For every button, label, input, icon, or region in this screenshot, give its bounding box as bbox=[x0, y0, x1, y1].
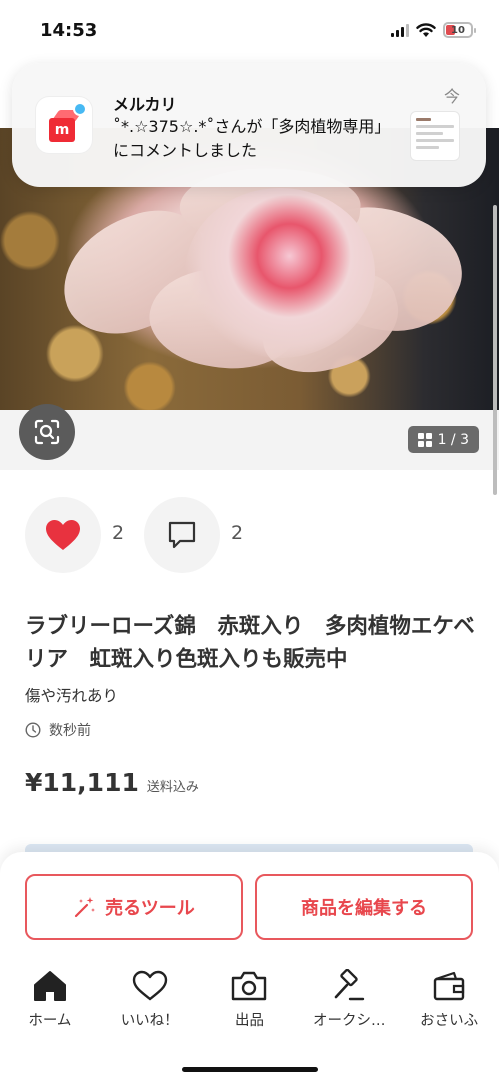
tab-likes[interactable]: いいね！ bbox=[100, 960, 200, 1040]
shipping-label: 送料込み bbox=[146, 780, 199, 795]
battery-level: 10 bbox=[451, 24, 465, 36]
push-notification[interactable]: m メルカリ ˚*.☆375☆.*˚さんが「多肉植物専用」にコメントしました 今 bbox=[12, 63, 486, 187]
tab-home[interactable]: ホーム bbox=[0, 960, 100, 1040]
posted-time: 数秒前 bbox=[49, 723, 91, 739]
auction-hammer-icon bbox=[329, 968, 369, 1004]
price: ¥11,111 bbox=[25, 768, 139, 797]
sell-tool-button[interactable]: 売るツール bbox=[25, 874, 243, 940]
edit-item-label: 商品を編集する bbox=[301, 898, 427, 919]
notification-message: ˚*.☆375☆.*˚さんが「多肉植物専用」にコメントしました bbox=[113, 117, 391, 160]
tab-auction[interactable]: オークシ… bbox=[299, 960, 399, 1040]
price-row: ¥11,111 送料込み bbox=[25, 768, 199, 797]
product-condition: 傷や汚れあり bbox=[25, 687, 119, 705]
image-search-button[interactable] bbox=[19, 404, 75, 460]
status-bar: 14:53 10 bbox=[0, 0, 499, 62]
tab-bar: ホーム いいね！ 出品 オークシ… おさいふ bbox=[0, 960, 499, 1040]
comment-icon bbox=[168, 521, 196, 549]
status-icons: 10 bbox=[391, 22, 476, 38]
notification-time: 今 bbox=[443, 87, 460, 106]
wallet-icon bbox=[429, 968, 469, 1004]
comment-count: 2 bbox=[231, 522, 244, 544]
tab-label: オークシ… bbox=[313, 1013, 386, 1029]
page-counter-text: 1 / 3 bbox=[437, 431, 469, 448]
tab-label: いいね！ bbox=[120, 1013, 179, 1029]
notification-thumbnail bbox=[410, 111, 460, 161]
magic-wand-icon bbox=[75, 897, 96, 918]
status-time: 14:53 bbox=[40, 20, 98, 41]
clock-icon bbox=[25, 722, 41, 738]
posted-time-row: 数秒前 bbox=[25, 720, 91, 740]
like-button[interactable] bbox=[25, 497, 101, 573]
image-page-counter[interactable]: 1 / 3 bbox=[407, 426, 479, 453]
scan-search-icon bbox=[34, 419, 60, 445]
mercari-app-icon: m bbox=[36, 97, 92, 153]
heart-outline-icon bbox=[130, 968, 170, 1004]
product-title: ラブリーローズ錦 赤斑入り 多肉植物エケベリア 虹斑入り色斑入りも販売中 bbox=[25, 614, 475, 672]
notification-app-name: メルカリ bbox=[113, 95, 177, 114]
heart-filled-icon bbox=[46, 520, 80, 550]
grid-icon bbox=[417, 432, 432, 447]
like-count: 2 bbox=[112, 522, 125, 544]
comment-button[interactable] bbox=[144, 497, 220, 573]
home-icon bbox=[30, 968, 70, 1004]
tab-label: 出品 bbox=[234, 1013, 264, 1029]
tab-wallet[interactable]: おさいふ bbox=[399, 960, 499, 1040]
home-indicator[interactable] bbox=[182, 1067, 318, 1072]
edit-item-button[interactable]: 商品を編集する bbox=[255, 874, 473, 940]
cellular-signal-icon bbox=[391, 23, 409, 37]
battery-icon: 10 bbox=[443, 22, 476, 38]
mercari-logo: m bbox=[45, 102, 87, 144]
tab-sell[interactable]: 出品 bbox=[200, 960, 300, 1040]
scrollbar[interactable] bbox=[493, 205, 497, 495]
sell-tool-label: 売るツール bbox=[105, 898, 195, 919]
tab-label: おさいふ bbox=[420, 1013, 479, 1029]
tab-label: ホーム bbox=[28, 1013, 72, 1029]
wifi-icon bbox=[416, 22, 436, 37]
camera-icon bbox=[229, 968, 269, 1004]
